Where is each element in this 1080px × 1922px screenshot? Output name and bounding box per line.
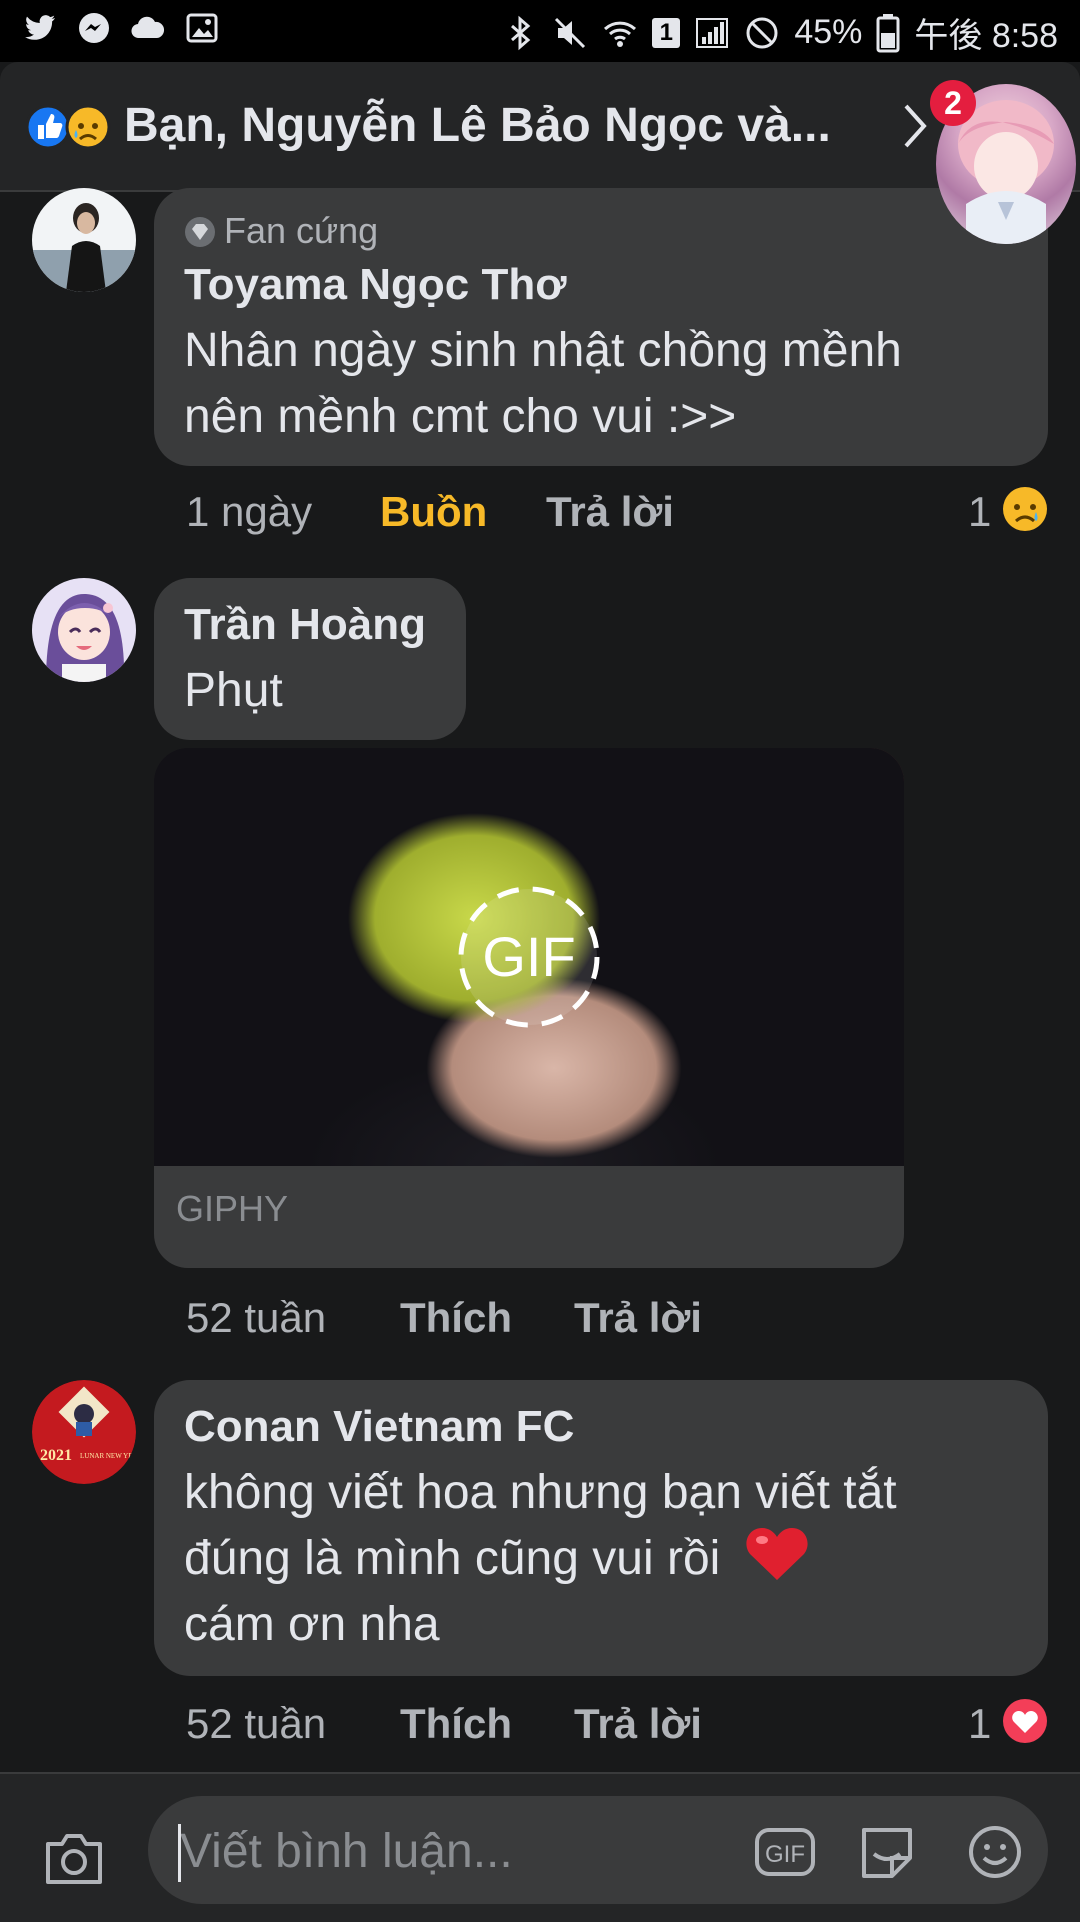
- comment-input-container[interactable]: GIF: [148, 1796, 1048, 1906]
- do-not-disturb-icon: [746, 17, 778, 48]
- like-reaction-icon: [26, 104, 71, 150]
- comment-text-line: nên mềnh cmt cho vui :>>: [184, 390, 737, 443]
- avatar-tran-hoang[interactable]: [32, 578, 136, 682]
- comment-time: 1 ngày: [186, 488, 313, 535]
- battery-percent: 45%: [794, 13, 863, 51]
- comment-text-line: không viết hoa nhưng bạn viết tắt: [184, 1466, 897, 1519]
- reaction-button[interactable]: Buồn: [380, 488, 487, 536]
- reaction-count[interactable]: 1: [968, 488, 991, 536]
- status-bar: 1 45% 午後 8:58: [0, 0, 1080, 62]
- chat-head-badge: 2: [930, 80, 976, 126]
- mute-icon: [555, 17, 586, 48]
- comment-bubble[interactable]: Conan Vietnam FC không viết hoa nhưng bạ…: [154, 1380, 1048, 1676]
- bluetooth-icon: [511, 15, 531, 50]
- avatar-toyama[interactable]: [32, 188, 136, 292]
- red-heart-icon: [746, 1528, 808, 1580]
- twitter-icon: [25, 15, 55, 40]
- avatar-conan-vietnam-fc[interactable]: 2021 LUNAR NEW YEAR: [32, 1380, 136, 1484]
- reply-button[interactable]: Trả lời: [574, 1294, 702, 1342]
- wifi-icon: [604, 21, 637, 47]
- reply-button[interactable]: Trả lời: [574, 1700, 702, 1748]
- gif-button[interactable]: GIF: [754, 1824, 816, 1880]
- comment-bubble[interactable]: Trần Hoàng Phụt: [154, 578, 466, 740]
- reaction-summary[interactable]: [26, 102, 118, 152]
- reaction-count[interactable]: 1: [968, 1700, 991, 1748]
- sad-emoji-icon[interactable]: [1002, 486, 1048, 532]
- comment-text-line: Nhân ngày sinh nhật chồng mềnh: [184, 324, 902, 377]
- sad-reaction-icon: [65, 104, 111, 150]
- comment-input[interactable]: [178, 1796, 742, 1906]
- conan-caption-text: LUNAR NEW YEAR: [80, 1452, 136, 1460]
- comment-author[interactable]: Trần Hoàng: [184, 600, 426, 650]
- comment-text-segment: đúng là mình cũng vui rồi: [184, 1532, 721, 1585]
- emoji-icon[interactable]: [964, 1824, 1026, 1880]
- comment-author[interactable]: Conan Vietnam FC: [184, 1402, 574, 1452]
- like-button[interactable]: Thích: [400, 1294, 512, 1342]
- camera-icon[interactable]: [42, 1830, 106, 1886]
- messenger-icon: [79, 13, 109, 43]
- top-fan-badge: Fan cứng: [224, 210, 379, 251]
- gif-button-label: GIF: [765, 1841, 805, 1868]
- gif-source-label: GIPHY: [176, 1188, 289, 1229]
- comment-time: 52 tuần: [186, 1294, 327, 1341]
- comment-composer: GIF: [0, 1772, 1080, 1922]
- comment-text-line: cám ơn nha: [184, 1598, 440, 1651]
- conan-year-text: 2021: [40, 1447, 72, 1464]
- clock: 午後 8:58: [914, 17, 1058, 55]
- comments-header[interactable]: Bạn, Nguyễn Lê Bảo Ngọc và...: [0, 62, 1080, 192]
- comment-text-line: Phụt: [184, 664, 283, 717]
- sim-slot-indicator: 1: [652, 17, 681, 48]
- comment-author[interactable]: Toyama Ngọc Thơ: [184, 260, 567, 310]
- comment-text-line: đúng là mình cũng vui rồi: [184, 1526, 810, 1592]
- sticker-icon[interactable]: [856, 1824, 918, 1880]
- love-reaction-icon[interactable]: [1002, 1698, 1048, 1744]
- comment-bubble[interactable]: Fan cứng Toyama Ngọc Thơ Nhân ngày sinh …: [154, 188, 1048, 466]
- gif-attachment[interactable]: GIF GIPHY: [154, 748, 904, 1268]
- gallery-icon: [186, 13, 218, 43]
- comment-time: 52 tuần: [186, 1700, 327, 1747]
- like-button[interactable]: Thích: [400, 1700, 512, 1748]
- battery-icon: [876, 13, 900, 52]
- diamond-icon: [185, 217, 215, 247]
- text-caret: [178, 1824, 181, 1882]
- signal-icon: [696, 17, 729, 48]
- header-title[interactable]: Bạn, Nguyễn Lê Bảo Ngọc và...: [124, 98, 831, 153]
- reply-button[interactable]: Trả lời: [546, 488, 674, 536]
- gif-label: GIF: [482, 925, 576, 988]
- cloud-icon: [131, 16, 165, 39]
